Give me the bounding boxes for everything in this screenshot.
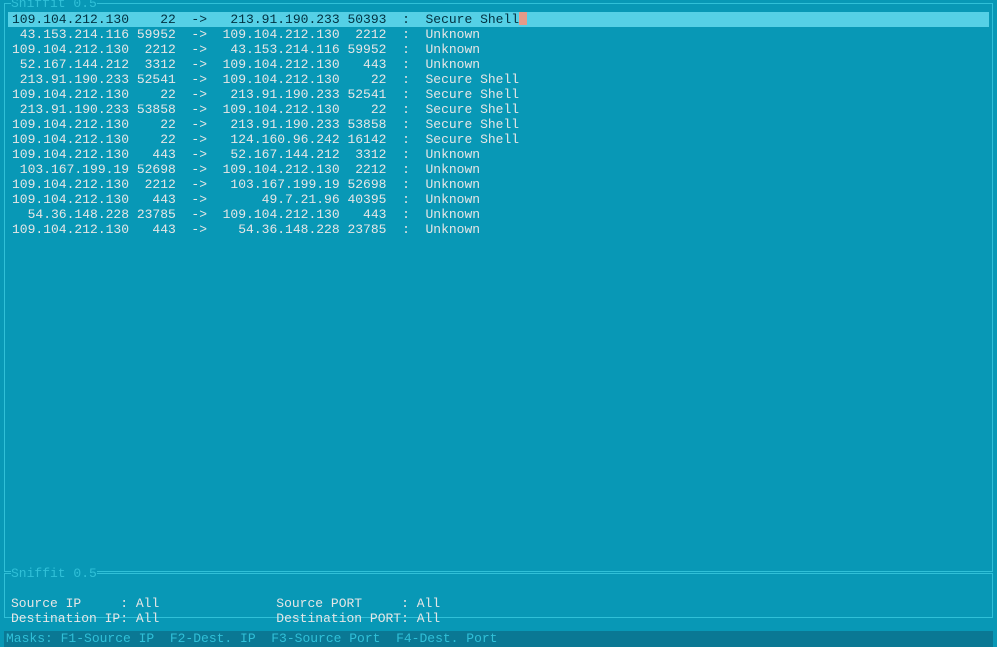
- terminal-screen: Sniffit 0.5 109.104.212.130 22 -> 213.91…: [0, 0, 997, 647]
- filters-panel: Sniffit 0.5 Source IP : All Source PORT …: [4, 573, 993, 618]
- connections-panel-title: Sniffit 0.5: [11, 0, 97, 11]
- source-port-value: All: [417, 596, 440, 611]
- filters-content: Source IP : All Source PORT : All Destin…: [11, 581, 440, 626]
- connections-list[interactable]: 109.104.212.130 22 -> 213.91.190.233 503…: [8, 12, 989, 237]
- source-port-label: Source PORT :: [276, 596, 409, 611]
- source-ip-label: Source IP :: [11, 596, 128, 611]
- cursor-icon: [519, 12, 527, 25]
- connection-row[interactable]: 109.104.212.130 443 -> 54.36.148.228 237…: [8, 222, 989, 237]
- connection-row[interactable]: 109.104.212.130 22 -> 213.91.190.233 538…: [8, 117, 989, 132]
- connection-row[interactable]: 213.91.190.233 53858 -> 109.104.212.130 …: [8, 102, 989, 117]
- connection-row[interactable]: 109.104.212.130 2212 -> 103.167.199.19 5…: [8, 177, 989, 192]
- connection-row[interactable]: 52.167.144.212 3312 -> 109.104.212.130 4…: [8, 57, 989, 72]
- connection-row[interactable]: 109.104.212.130 2212 -> 43.153.214.116 5…: [8, 42, 989, 57]
- dest-port-value: All: [417, 611, 440, 626]
- footer-help-line: Masks: F1-Source IP F2-Dest. IP F3-Sourc…: [4, 631, 993, 647]
- connection-row[interactable]: 43.153.214.116 59952 -> 109.104.212.130 …: [8, 27, 989, 42]
- connection-row[interactable]: 54.36.148.228 23785 -> 109.104.212.130 4…: [8, 207, 989, 222]
- source-ip-value: All: [136, 596, 159, 611]
- connection-row[interactable]: 109.104.212.130 443 -> 49.7.21.96 40395 …: [8, 192, 989, 207]
- connections-panel: Sniffit 0.5 109.104.212.130 22 -> 213.91…: [4, 3, 993, 572]
- dest-ip-value: All: [136, 611, 159, 626]
- dest-port-label: Destination PORT:: [276, 611, 409, 626]
- connection-row[interactable]: 109.104.212.130 22 -> 124.160.96.242 161…: [8, 132, 989, 147]
- connection-row[interactable]: 109.104.212.130 22 -> 213.91.190.233 525…: [8, 87, 989, 102]
- connection-row[interactable]: 109.104.212.130 22 -> 213.91.190.233 503…: [8, 12, 989, 27]
- dest-ip-label: Destination IP:: [11, 611, 128, 626]
- connection-row[interactable]: 213.91.190.233 52541 -> 109.104.212.130 …: [8, 72, 989, 87]
- filters-panel-title: Sniffit 0.5: [11, 566, 97, 581]
- connection-row[interactable]: 103.167.199.19 52698 -> 109.104.212.130 …: [8, 162, 989, 177]
- connection-row[interactable]: 109.104.212.130 443 -> 52.167.144.212 33…: [8, 147, 989, 162]
